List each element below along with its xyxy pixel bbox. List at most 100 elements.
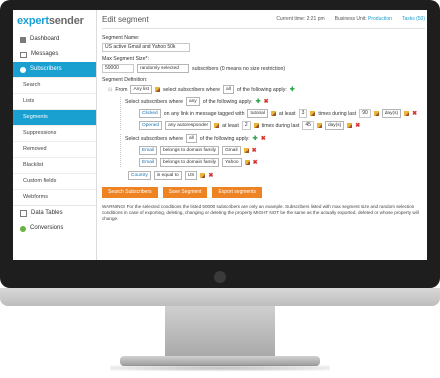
logo-sender: sender xyxy=(48,15,84,27)
definition-label: Segment Definition: xyxy=(102,77,148,83)
add-condition-icon[interactable]: ✚ xyxy=(290,86,295,93)
period-select[interactable]: day(s) xyxy=(381,109,402,118)
edit-icon[interactable] xyxy=(244,160,250,165)
clicked-rule: Clicked on any link in message tagged wi… xyxy=(139,109,425,118)
business-unit-link[interactable]: Production xyxy=(368,16,392,22)
warning-text: WARNING! For the selected conditions the… xyxy=(102,204,419,221)
nav-subscribers-label: Subscribers xyxy=(30,66,62,72)
operator-select[interactable]: belongs to domain family xyxy=(160,158,220,167)
event-select-opened[interactable]: Opened xyxy=(139,121,163,130)
edit-icon[interactable] xyxy=(243,148,249,153)
top-info: Current time: 2:21 pm Business Unit: Pro… xyxy=(276,16,425,22)
equals-select[interactable]: is equal to xyxy=(153,171,182,180)
at-least-text: at least xyxy=(278,110,296,117)
delete-icon[interactable]: ✖ xyxy=(253,159,258,166)
edit-icon[interactable] xyxy=(253,123,259,128)
nav-segments[interactable]: Segments xyxy=(13,109,96,125)
field-select-email[interactable]: Email xyxy=(139,146,157,155)
nav-messages[interactable]: Messages xyxy=(13,47,96,62)
segment-name-label: Segment Name: xyxy=(102,35,140,41)
search-subscribers-button[interactable]: Search Subscribers xyxy=(102,187,158,198)
domain-select-yahoo[interactable]: Yahoo xyxy=(222,158,242,167)
edit-icon[interactable] xyxy=(347,123,353,128)
group-2-header: Select subscribers where all of the foll… xyxy=(125,134,425,143)
autoresponder-select[interactable]: any autoresponder xyxy=(165,121,212,130)
nav-blacklist[interactable]: Blacklist xyxy=(13,157,96,173)
root-operator-select[interactable]: all xyxy=(223,85,234,94)
monitor-stand xyxy=(165,306,275,358)
nav-data-tables[interactable]: Data Tables xyxy=(13,205,96,221)
edit-icon[interactable] xyxy=(404,111,410,116)
save-segment-button[interactable]: Save Segment xyxy=(162,187,208,198)
tag-select[interactable]: tutorial xyxy=(247,109,268,118)
max-size-hint: subscribers (0 means no size restriction… xyxy=(192,65,286,72)
edit-icon[interactable] xyxy=(310,111,316,116)
group-2-text: Select subscribers where xyxy=(125,135,183,142)
business-unit: Business Unit: Production xyxy=(335,16,392,22)
group-2-of-following: of the following apply: xyxy=(199,135,250,142)
nav-subscribers[interactable]: Subscribers xyxy=(13,62,96,77)
opened-rule: Opened any autoresponder at least 2 time… xyxy=(139,121,425,130)
times-text: times during last xyxy=(318,110,357,117)
nav-suppressions[interactable]: Suppressions xyxy=(13,125,96,141)
group-1-add-icon[interactable]: ✚ xyxy=(256,98,261,105)
edit-icon[interactable] xyxy=(270,111,276,116)
business-unit-label: Business Unit: xyxy=(334,16,367,22)
nav-lists[interactable]: Lists xyxy=(13,93,96,109)
edit-icon[interactable] xyxy=(316,123,322,128)
group-2-add-icon[interactable]: ✚ xyxy=(253,135,258,142)
nav-dashboard[interactable]: Dashboard xyxy=(13,32,96,47)
delete-icon[interactable]: ✖ xyxy=(252,147,257,154)
days-input[interactable]: 45 xyxy=(302,121,314,130)
apple-logo xyxy=(214,271,226,283)
delete-icon[interactable]: ✖ xyxy=(355,122,360,129)
group-1-of-following: of the following apply: xyxy=(202,98,253,105)
country-select[interactable]: US xyxy=(184,171,198,180)
group-2-operator-select[interactable]: all xyxy=(185,134,197,143)
operator-select[interactable]: belongs to domain family xyxy=(160,146,220,155)
export-segments-button[interactable]: Export segments xyxy=(212,187,262,198)
group-1-delete-icon[interactable]: ✖ xyxy=(264,98,269,105)
selection-mode-select[interactable]: randomly selected xyxy=(137,64,189,73)
logo-expert: expert xyxy=(17,15,49,27)
list-select[interactable]: Any list xyxy=(130,85,152,94)
edit-icon[interactable] xyxy=(373,111,379,116)
field-select-country[interactable]: Country xyxy=(128,171,151,180)
count-input[interactable]: 2 xyxy=(241,121,251,130)
logo[interactable]: expertsender xyxy=(13,10,96,32)
delete-icon[interactable]: ✖ xyxy=(208,172,213,179)
edit-icon[interactable] xyxy=(154,87,160,92)
days-input[interactable]: 90 xyxy=(359,109,371,118)
nav-webforms[interactable]: Webforms xyxy=(13,189,96,205)
nav-dashboard-label: Dashboard xyxy=(30,36,60,42)
edit-icon[interactable] xyxy=(214,123,220,128)
of-following-text: of the following apply: xyxy=(236,86,287,93)
root-rule: ⊟ From Any list select subscribers where… xyxy=(108,85,295,94)
group-1: Select subscribers where any of the foll… xyxy=(120,97,425,130)
group-1-operator-select[interactable]: any xyxy=(185,97,200,106)
nav-messages-label: Messages xyxy=(31,51,59,57)
current-time: Current time: 2:21 pm xyxy=(276,16,325,22)
at-least-text: at least xyxy=(222,122,239,129)
domain-select-gmail[interactable]: Gmail xyxy=(222,146,241,155)
nav-conversions-label: Conversions xyxy=(30,225,64,231)
field-select-email[interactable]: Email xyxy=(139,158,157,167)
event-select-clicked[interactable]: Clicked xyxy=(139,109,161,118)
group-2-delete-icon[interactable]: ✖ xyxy=(261,135,266,142)
nav-search[interactable]: Search xyxy=(13,77,96,93)
top-bar: Edit segment Current time: 2:21 pm Busin… xyxy=(102,10,425,29)
nav-conversions[interactable]: Conversions xyxy=(13,221,96,236)
gmail-rule: Email belongs to domain family Gmail ✖ xyxy=(139,146,425,155)
tasks-link[interactable]: Tasks (50) xyxy=(402,16,425,22)
nav-removed[interactable]: Removed xyxy=(13,141,96,157)
edit-icon[interactable] xyxy=(200,173,206,178)
definition-tree: ⊟ From Any list select subscribers where… xyxy=(108,85,425,180)
count-input[interactable]: 3 xyxy=(298,109,308,118)
segment-name-input[interactable]: US active Gmail and Yahoo 50k xyxy=(102,43,190,52)
delete-icon[interactable]: ✖ xyxy=(412,110,417,117)
nav-custom-fields[interactable]: Custom fields xyxy=(13,173,96,189)
max-size-input[interactable]: 50000 xyxy=(102,64,134,73)
table-icon xyxy=(20,210,27,217)
period-select[interactable]: day(s) xyxy=(324,121,345,130)
country-rule: Country is equal to US ✖ xyxy=(128,171,425,180)
